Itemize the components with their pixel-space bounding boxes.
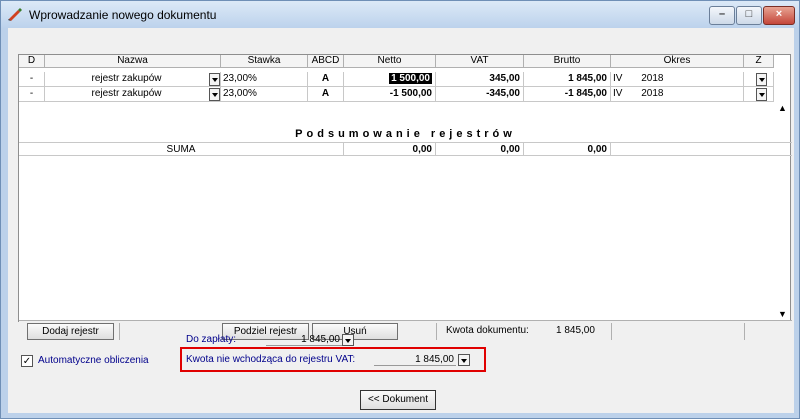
okres-month: IV: [613, 88, 623, 99]
summary-label: SUMA: [19, 142, 344, 156]
header-okres[interactable]: Okres: [611, 55, 744, 68]
cell-okres[interactable]: IV 2018: [611, 87, 744, 102]
window-title: Wprowadzanie nowego dokumentu: [29, 8, 217, 22]
cell-netto[interactable]: 1 500,00: [344, 72, 436, 87]
cell-d[interactable]: -: [19, 87, 45, 102]
divider: [744, 323, 745, 340]
maximize-icon: □: [745, 8, 753, 20]
header-stawka[interactable]: Stawka: [221, 55, 308, 68]
divider: [436, 323, 437, 340]
summary-brutto: 0,00: [524, 142, 611, 156]
add-register-button[interactable]: Dodaj rejestr: [27, 323, 114, 340]
cell-stawka[interactable]: 23,00%: [221, 72, 308, 87]
grid-button-bar: Dodaj rejestr Podziel rejestr Usuń Kwota…: [19, 320, 792, 340]
table-row[interactable]: - rejestr zakupów 23,00% A 1 500,00 345,…: [19, 72, 792, 87]
cell-netto[interactable]: -1 500,00: [344, 87, 436, 102]
cell-vat[interactable]: -345,00: [436, 87, 524, 102]
cell-abcd[interactable]: A: [308, 87, 344, 102]
header-z[interactable]: Z: [744, 55, 774, 68]
nazwa-dropdown-icon[interactable]: [209, 73, 220, 86]
summary-title: Podsumowanie rejestrów: [295, 128, 516, 140]
do-zaplaty-dropdown-icon[interactable]: [342, 334, 354, 346]
kwota-dokumentu-value: 1 845,00: [556, 325, 595, 336]
pen-icon: [8, 8, 22, 21]
header-d[interactable]: D: [19, 55, 45, 68]
cell-d[interactable]: -: [19, 72, 45, 87]
cell-vat[interactable]: 345,00: [436, 72, 524, 87]
okres-year: 2018: [641, 73, 664, 84]
header-brutto[interactable]: Brutto: [524, 55, 611, 68]
header-vat[interactable]: VAT: [436, 55, 524, 68]
kwota-vat-label: Kwota nie wchodząca do rejestru VAT:: [186, 354, 356, 365]
okres-year: 2018: [641, 88, 664, 99]
cell-nazwa[interactable]: rejestr zakupów: [45, 87, 221, 102]
divider: [611, 323, 612, 340]
header-abcd[interactable]: ABCD: [308, 55, 344, 68]
title-bar[interactable]: Wprowadzanie nowego dokumentu – □ ×: [1, 1, 799, 28]
header-netto[interactable]: Netto: [344, 55, 436, 68]
auto-calc-checkbox[interactable]: ✓: [21, 355, 33, 367]
kwota-dokumentu-label: Kwota dokumentu:: [446, 325, 529, 336]
main-window: Wprowadzanie nowego dokumentu – □ × D Na…: [0, 0, 800, 419]
client-area: D Nazwa Stawka ABCD Netto VAT Brutto Okr…: [8, 28, 794, 413]
z-dropdown-icon[interactable]: [756, 88, 767, 101]
summary-empty: [611, 142, 792, 156]
z-dropdown-icon[interactable]: [756, 73, 767, 86]
close-button[interactable]: ×: [763, 6, 795, 25]
dokument-button[interactable]: << Dokument: [360, 390, 436, 410]
minimize-icon: –: [718, 8, 726, 20]
summary-netto: 0,00: [344, 142, 436, 156]
header-nazwa[interactable]: Nazwa: [45, 55, 221, 68]
summary-vat: 0,00: [436, 142, 524, 156]
do-zaplaty-field[interactable]: 1 845,00: [266, 334, 342, 346]
divider: [119, 323, 120, 340]
table-row[interactable]: - rejestr zakupów 23,00% A -1 500,00 -34…: [19, 87, 792, 102]
cell-abcd[interactable]: A: [308, 72, 344, 87]
close-icon: ×: [775, 8, 783, 20]
scroll-up-arrow[interactable]: ▲: [776, 102, 789, 115]
kwota-vat-field[interactable]: 1 845,00: [374, 354, 456, 366]
netto-selected-value[interactable]: 1 500,00: [389, 73, 432, 84]
cell-okres[interactable]: IV 2018: [611, 72, 744, 87]
do-zaplaty-label: Do zapłaty:: [186, 334, 237, 345]
minimize-button[interactable]: –: [709, 6, 735, 25]
cell-brutto[interactable]: -1 845,00: [524, 87, 611, 102]
cell-brutto[interactable]: 1 845,00: [524, 72, 611, 87]
maximize-button[interactable]: □: [736, 6, 762, 25]
nazwa-dropdown-icon[interactable]: [209, 88, 220, 101]
kwota-vat-dropdown-icon[interactable]: [458, 354, 470, 366]
cell-stawka[interactable]: 23,00%: [221, 87, 308, 102]
cell-nazwa[interactable]: rejestr zakupów: [45, 72, 221, 87]
okres-month: IV: [613, 73, 623, 84]
auto-calc-label[interactable]: Automatyczne obliczenia: [38, 355, 149, 366]
register-grid: D Nazwa Stawka ABCD Netto VAT Brutto Okr…: [18, 54, 792, 340]
summary-row: SUMA 0,00 0,00 0,00: [19, 142, 792, 156]
